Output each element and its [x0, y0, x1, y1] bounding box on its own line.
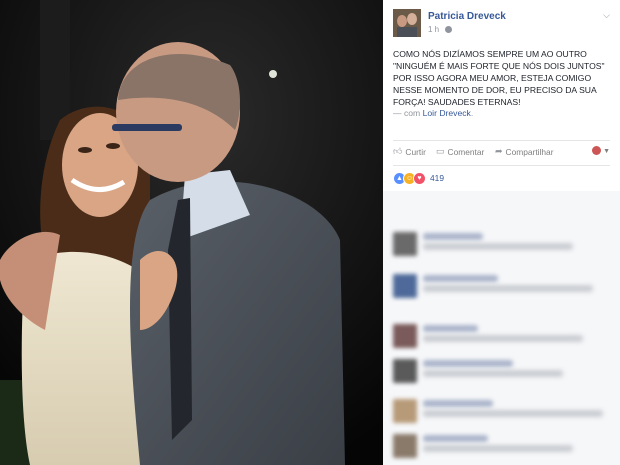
- comment-item[interactable]: [393, 396, 615, 426]
- commenter-name: [423, 325, 478, 332]
- post-photo[interactable]: [0, 0, 383, 465]
- commenter-avatar: [393, 399, 417, 423]
- like-button[interactable]: 👍︎ Curtir: [393, 146, 426, 157]
- globe-icon: [445, 26, 452, 33]
- love-icon: ♥: [413, 171, 426, 185]
- commenter-avatar: [393, 274, 417, 298]
- reactions-summary[interactable]: ▲ ☺ ♥ 419: [393, 171, 444, 185]
- comment-item[interactable]: [393, 321, 615, 351]
- commenter-avatar: [393, 324, 417, 348]
- divider: [393, 165, 610, 166]
- chevron-down-icon[interactable]: ⌵: [603, 10, 610, 21]
- audience-menu[interactable]: ▼: [591, 145, 610, 156]
- tagged-with: — com Loir Dreveck.: [393, 108, 473, 118]
- comment-item[interactable]: [393, 229, 615, 259]
- post-actions: 👍︎ Curtir ▭ Comentar ➦ Compartilhar ▼: [393, 146, 610, 160]
- comment-text: [423, 410, 603, 417]
- comment-text: [423, 243, 573, 250]
- comment-item[interactable]: [393, 431, 615, 461]
- comment-label: Comentar: [447, 146, 485, 157]
- commenter-name: [423, 400, 493, 407]
- viewer-avatar-icon: [591, 146, 601, 156]
- commenter-avatar: [393, 359, 417, 383]
- comment-text: [423, 335, 583, 342]
- author-avatar[interactable]: [393, 9, 421, 37]
- share-icon: ➦: [495, 146, 503, 156]
- with-prefix: — com: [393, 108, 421, 118]
- comment-icon: ▭: [436, 146, 445, 156]
- comment-text: [423, 285, 593, 292]
- commenter-name: [423, 360, 513, 367]
- comment-item[interactable]: [393, 271, 615, 301]
- tagged-person-link[interactable]: Loir Dreveck: [423, 108, 471, 118]
- comment-item[interactable]: [393, 356, 615, 386]
- author-name[interactable]: Patricia Dreveck: [428, 11, 506, 22]
- commenter-avatar: [393, 232, 417, 256]
- commenter-name: [423, 435, 488, 442]
- post-header: Patricia Dreveck 1 h ⌵: [383, 0, 620, 44]
- thumbs-up-icon: 👍︎: [393, 146, 403, 156]
- divider: [393, 140, 610, 141]
- caret-down-icon: ▼: [603, 148, 610, 155]
- share-button[interactable]: ➦ Compartilhar: [495, 146, 554, 157]
- post-sidebar: Patricia Dreveck 1 h ⌵ COMO NÓS DIZÍAMOS…: [383, 0, 620, 465]
- commenter-avatar: [393, 434, 417, 458]
- comment-text: [423, 445, 573, 452]
- post-caption: COMO NÓS DIZÍAMOS SEMPRE UM AO OUTRO "NI…: [393, 49, 605, 107]
- reaction-count[interactable]: 419: [430, 173, 444, 183]
- comment-text: [423, 370, 563, 377]
- share-label: Compartilhar: [505, 146, 554, 157]
- couple-photo-illustration: [0, 0, 383, 465]
- post-timestamp[interactable]: 1 h: [428, 25, 439, 34]
- commenter-name: [423, 233, 483, 240]
- comments-section: [383, 191, 620, 465]
- like-label: Curtir: [405, 146, 426, 157]
- comment-button[interactable]: ▭ Comentar: [436, 146, 484, 157]
- with-suffix: .: [470, 108, 474, 118]
- commenter-name: [423, 275, 498, 282]
